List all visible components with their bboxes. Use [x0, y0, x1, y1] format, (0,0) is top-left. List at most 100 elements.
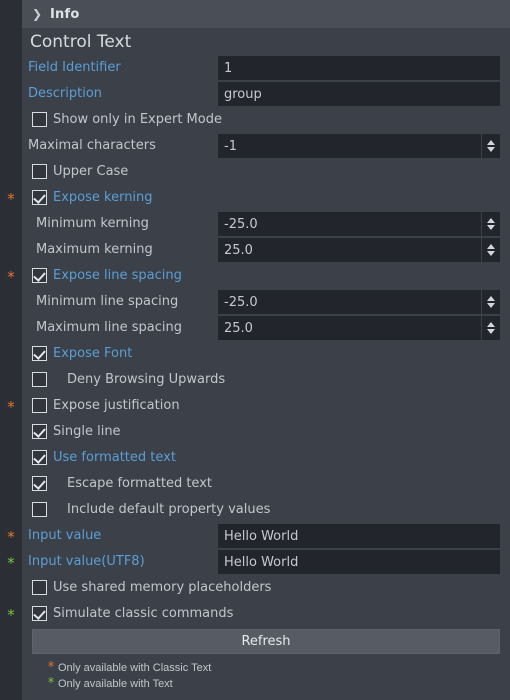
input-maximum-line-spacing[interactable]: 25.0	[218, 316, 500, 340]
label-escape-formatted-text: Escape formatted text	[67, 476, 212, 491]
row-maximum-line-spacing: Maximum line spacing 25.0	[22, 315, 510, 341]
checkbox-use-formatted-text[interactable]	[32, 450, 47, 465]
value-input-value: Hello World	[224, 528, 299, 544]
checkbox-expose-kerning[interactable]	[32, 190, 47, 205]
spinner-up-icon[interactable]	[487, 140, 495, 145]
row-expose-font: Expose Font	[22, 341, 510, 367]
label-maximal-characters: Maximal characters	[28, 138, 156, 153]
label-description: Description	[28, 86, 103, 101]
properties-panel: ❯ Info * * * * * * Control Text Field Identif…	[0, 0, 510, 700]
row-use-formatted-text: Use formatted text	[22, 445, 510, 471]
input-input-value[interactable]: Hello World	[218, 524, 500, 548]
row-expose-kerning: Expose kerning	[22, 185, 510, 211]
label-simulate-classic-commands: Simulate classic commands	[53, 606, 234, 621]
spinner-up-icon[interactable]	[487, 296, 495, 301]
row-minimum-line-spacing: Minimum line spacing -25.0	[22, 289, 510, 315]
legend-text: Only available with Classic Text	[58, 661, 212, 674]
label-show-only-expert-mode: Show only in Expert Mode	[53, 112, 222, 127]
row-simulate-classic-commands: Simulate classic commands	[22, 601, 510, 627]
label-minimum-line-spacing: Minimum line spacing	[36, 294, 179, 309]
checkbox-expose-line-spacing[interactable]	[32, 268, 47, 283]
spinner-down-icon[interactable]	[487, 329, 495, 334]
input-field-identifier[interactable]: 1	[218, 56, 500, 80]
label-use-shared-memory-placeholders: Use shared memory placeholders	[53, 580, 272, 595]
spinner-up-icon[interactable]	[487, 322, 495, 327]
spinner-down-icon[interactable]	[487, 251, 495, 256]
checkbox-include-default-property-values[interactable]	[32, 502, 47, 517]
label-input-value-utf8: Input value(UTF8)	[28, 554, 145, 569]
row-input-value-utf8: Input value(UTF8) Hello World	[22, 549, 510, 575]
input-input-value-utf8[interactable]: Hello World	[218, 550, 500, 574]
spinner-maximum-line-spacing[interactable]	[481, 316, 500, 340]
label-minimum-kerning: Minimum kerning	[36, 216, 149, 231]
control-text-panel: Control Text Field Identifier 1 Descriptio…	[22, 28, 510, 700]
row-description: Description group	[22, 81, 510, 107]
input-minimum-kerning[interactable]: -25.0	[218, 212, 500, 236]
row-expose-justification: Expose justification	[22, 393, 510, 419]
input-minimum-line-spacing[interactable]: -25.0	[218, 290, 500, 314]
checkbox-show-only-expert-mode[interactable]	[32, 112, 47, 127]
value-minimum-line-spacing: -25.0	[224, 294, 258, 310]
legend-star-icon: *	[47, 660, 55, 675]
legend-star-icon: *	[47, 676, 55, 691]
row-single-line: Single line	[22, 419, 510, 445]
refresh-button[interactable]: Refresh	[32, 629, 500, 654]
checkbox-expose-font[interactable]	[32, 346, 47, 361]
row-upper-case: Upper Case	[22, 159, 510, 185]
checkbox-deny-browsing-upwards[interactable]	[32, 372, 47, 387]
legend-item-text: * Only available with Text	[44, 676, 173, 691]
spinner-down-icon[interactable]	[487, 147, 495, 152]
checkbox-escape-formatted-text[interactable]	[32, 476, 47, 491]
spinner-down-icon[interactable]	[487, 225, 495, 230]
spinner-minimum-kerning[interactable]	[481, 212, 500, 236]
legend-item-classic-text: * Only available with Classic Text	[44, 660, 212, 675]
label-include-default-property-values: Include default property values	[67, 502, 271, 517]
checkbox-simulate-classic-commands[interactable]	[32, 606, 47, 621]
value-maximum-line-spacing: 25.0	[224, 320, 253, 336]
marker-input-value: *	[7, 528, 15, 546]
value-description: group	[224, 86, 262, 102]
spinner-down-icon[interactable]	[487, 303, 495, 308]
value-maximum-kerning: 25.0	[224, 242, 253, 258]
marker-expose-justification: *	[7, 398, 15, 416]
checkbox-single-line[interactable]	[32, 424, 47, 439]
value-field-identifier: 1	[224, 60, 233, 76]
label-input-value: Input value	[28, 528, 102, 543]
marker-gutter: * * * * * *	[0, 28, 22, 700]
checkbox-expose-justification[interactable]	[32, 398, 47, 413]
checkbox-use-shared-memory-placeholders[interactable]	[32, 580, 47, 595]
input-maximal-characters[interactable]: -1	[218, 134, 500, 158]
checkbox-upper-case[interactable]	[32, 164, 47, 179]
label-deny-browsing-upwards: Deny Browsing Upwards	[67, 372, 226, 387]
label-expose-justification: Expose justification	[53, 398, 180, 413]
value-minimum-kerning: -25.0	[224, 216, 258, 232]
row-minimum-kerning: Minimum kerning -25.0	[22, 211, 510, 237]
row-maximum-kerning: Maximum kerning 25.0	[22, 237, 510, 263]
label-expose-font: Expose Font	[53, 346, 133, 361]
label-single-line: Single line	[53, 424, 121, 439]
input-description[interactable]: group	[218, 82, 500, 106]
label-upper-case: Upper Case	[53, 164, 129, 179]
row-escape-formatted-text: Escape formatted text	[22, 471, 510, 497]
row-show-only-expert-mode: Show only in Expert Mode	[22, 107, 510, 133]
chevron-right-icon[interactable]: ❯	[32, 8, 50, 20]
marker-expose-kerning: *	[7, 190, 15, 208]
input-maximum-kerning[interactable]: 25.0	[218, 238, 500, 262]
row-field-identifier: Field Identifier 1	[22, 55, 510, 81]
spinner-up-icon[interactable]	[487, 218, 495, 223]
label-field-identifier: Field Identifier	[28, 60, 121, 75]
refresh-button-label: Refresh	[241, 634, 291, 649]
spinner-minimum-line-spacing[interactable]	[481, 290, 500, 314]
label-expose-kerning: Expose kerning	[53, 190, 153, 205]
marker-simulate-classic-commands: *	[7, 606, 15, 624]
label-expose-line-spacing: Expose line spacing	[53, 268, 182, 283]
info-section-header[interactable]: ❯ Info	[22, 0, 510, 28]
value-maximal-characters: -1	[224, 138, 237, 154]
spinner-up-icon[interactable]	[487, 244, 495, 249]
marker-expose-line-spacing: *	[7, 268, 15, 286]
label-maximum-kerning: Maximum kerning	[36, 242, 153, 257]
spinner-maximal-characters[interactable]	[481, 134, 500, 158]
row-input-value: Input value Hello World	[22, 523, 510, 549]
spinner-maximum-kerning[interactable]	[481, 238, 500, 262]
row-include-default-property-values: Include default property values	[22, 497, 510, 523]
